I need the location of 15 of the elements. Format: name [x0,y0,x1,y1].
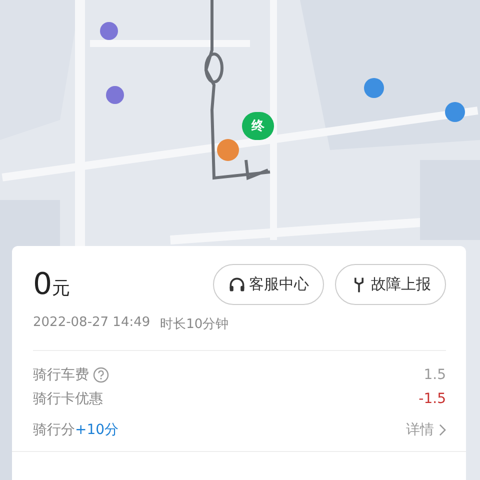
help-icon[interactable] [93,367,109,383]
currency-unit: 元 [52,277,70,300]
fee-label: 骑行车费 [33,366,89,384]
order-time: 2022-08-27 14:49 [33,315,150,332]
report-button[interactable]: 故障上报 [335,264,446,305]
ride-duration: 时长10分钟 [160,316,229,333]
customer-service-button[interactable]: 客服中心 [213,264,324,305]
score-label: 骑行分 [33,421,75,439]
fee-value: -1.5 [418,391,446,407]
fare-amount: 0 [33,267,52,302]
fee-label: 骑行卡优惠 [33,390,103,408]
fee-value: 1.5 [424,367,446,383]
score-value: +10分 [75,421,119,439]
chevron-icon [439,424,446,436]
headset-icon [228,276,246,294]
